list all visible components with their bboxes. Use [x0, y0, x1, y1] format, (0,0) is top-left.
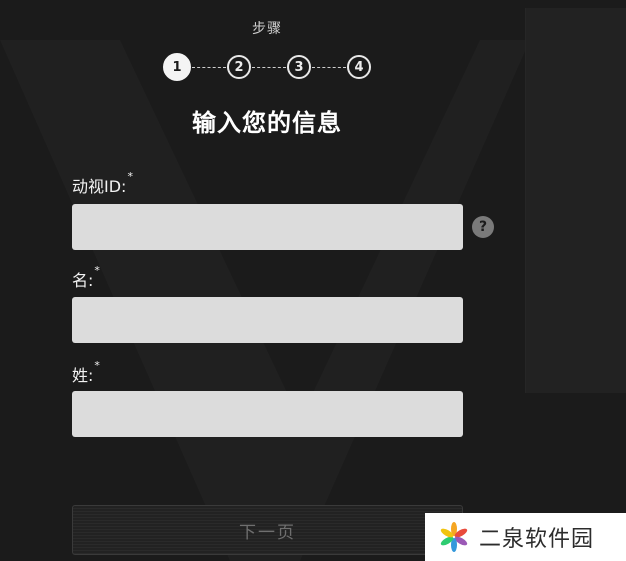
steps-title: 步骤 [252, 21, 282, 37]
required-mark: * [94, 264, 100, 277]
watermark-text: 二泉软件园 [479, 527, 595, 552]
last-name-label: 姓:* [72, 359, 100, 385]
activision-id-label: 动视ID:* [72, 170, 133, 196]
pinwheel-logo-icon [440, 522, 468, 552]
required-mark: * [94, 359, 100, 372]
stepper: 1 2 3 4 [163, 53, 371, 81]
last-name-input[interactable] [72, 391, 463, 437]
step-1-indicator: 1 [163, 53, 191, 81]
page-title: 输入您的信息 [192, 109, 342, 137]
activision-id-input[interactable] [72, 204, 463, 250]
step-2-indicator: 2 [227, 55, 251, 79]
step-4-indicator: 4 [347, 55, 371, 79]
first-name-input[interactable] [72, 297, 463, 343]
watermark: 二泉软件园 [425, 513, 626, 561]
first-name-label: 名:* [72, 264, 100, 290]
step-3-indicator: 3 [287, 55, 311, 79]
step-connector [312, 66, 346, 68]
help-icon[interactable]: ? [472, 216, 494, 238]
step-connector [192, 66, 226, 68]
next-page-button[interactable]: 下一页 [72, 505, 463, 555]
background-panel [525, 8, 626, 393]
step-connector [252, 66, 286, 68]
required-mark: * [127, 170, 133, 183]
